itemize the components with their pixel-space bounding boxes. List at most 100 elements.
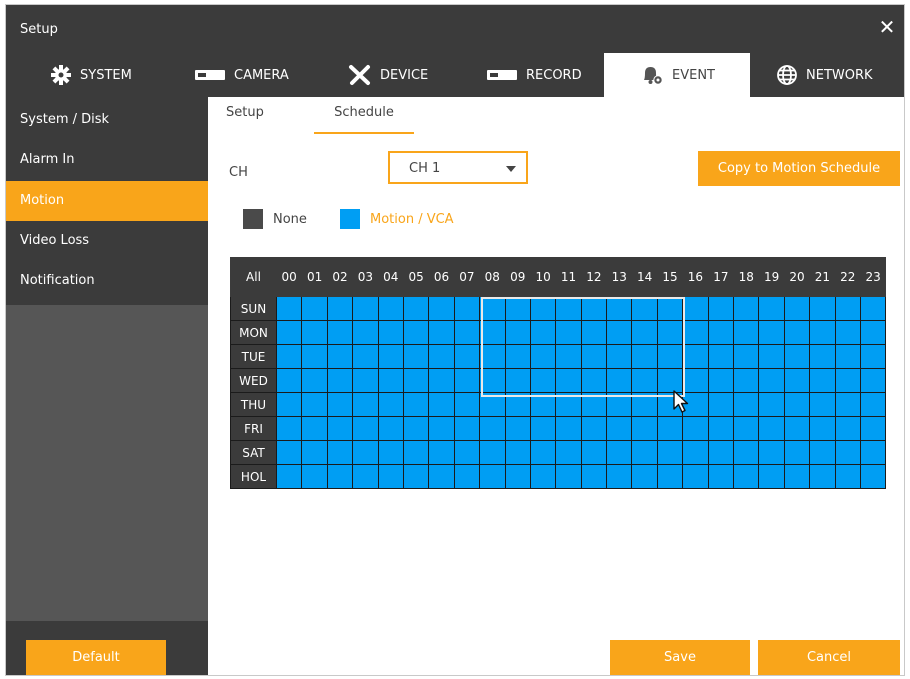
schedule-cell[interactable] — [504, 392, 531, 417]
schedule-cell[interactable] — [453, 416, 481, 441]
schedule-cell[interactable] — [428, 344, 455, 369]
schedule-cell[interactable] — [758, 440, 785, 465]
schedule-cell[interactable] — [402, 392, 430, 417]
schedule-cell[interactable] — [352, 320, 379, 345]
schedule-cell[interactable] — [529, 464, 557, 489]
schedule-cell[interactable] — [606, 392, 633, 417]
schedule-cell[interactable] — [301, 296, 328, 321]
schedule-cell[interactable] — [555, 320, 582, 345]
schedule-cell[interactable] — [352, 296, 379, 321]
schedule-cell[interactable] — [555, 464, 582, 489]
schedule-cell[interactable] — [859, 296, 887, 321]
schedule-cell[interactable] — [656, 440, 684, 465]
schedule-cell[interactable] — [402, 296, 430, 321]
hour-header[interactable]: 22 — [834, 257, 861, 297]
day-label[interactable]: TUE — [230, 344, 277, 369]
schedule-cell[interactable] — [326, 392, 354, 417]
schedule-cell[interactable] — [529, 440, 557, 465]
schedule-cell[interactable] — [479, 416, 506, 441]
schedule-cell[interactable] — [504, 416, 531, 441]
schedule-cell[interactable] — [809, 320, 836, 345]
schedule-cell[interactable] — [275, 392, 303, 417]
schedule-cell[interactable] — [758, 344, 785, 369]
schedule-cell[interactable] — [707, 392, 735, 417]
hour-header[interactable]: 07 — [453, 257, 481, 297]
schedule-cell[interactable] — [783, 416, 811, 441]
day-label[interactable]: HOL — [230, 464, 277, 489]
schedule-cell[interactable] — [377, 296, 404, 321]
schedule-cell[interactable] — [555, 416, 582, 441]
hour-header[interactable]: 05 — [402, 257, 430, 297]
schedule-cell[interactable] — [707, 464, 735, 489]
schedule-cell[interactable] — [631, 392, 658, 417]
schedule-cell[interactable] — [479, 344, 506, 369]
schedule-cell[interactable] — [377, 320, 404, 345]
schedule-cell[interactable] — [504, 344, 531, 369]
schedule-cell[interactable] — [402, 416, 430, 441]
schedule-cell[interactable] — [428, 392, 455, 417]
schedule-cell[interactable] — [682, 368, 709, 393]
schedule-cell[interactable] — [733, 344, 760, 369]
schedule-cell[interactable] — [402, 368, 430, 393]
schedule-cell[interactable] — [301, 440, 328, 465]
schedule-cell[interactable] — [580, 392, 608, 417]
schedule-cell[interactable] — [859, 392, 887, 417]
schedule-cell[interactable] — [529, 344, 557, 369]
sidebar-item-alarm-in[interactable]: Alarm In — [6, 140, 208, 180]
schedule-cell[interactable] — [275, 368, 303, 393]
channel-select[interactable]: CH 1 — [388, 151, 528, 184]
tab-system[interactable]: SYSTEM — [50, 53, 132, 97]
day-label[interactable]: MON — [230, 320, 277, 345]
schedule-cell[interactable] — [453, 392, 481, 417]
schedule-cell[interactable] — [834, 344, 861, 369]
schedule-cell[interactable] — [326, 320, 354, 345]
schedule-cell[interactable] — [809, 368, 836, 393]
hour-header[interactable]: 09 — [504, 257, 531, 297]
schedule-cell[interactable] — [606, 416, 633, 441]
schedule-cell[interactable] — [555, 368, 582, 393]
schedule-cell[interactable] — [352, 344, 379, 369]
schedule-cell[interactable] — [555, 440, 582, 465]
schedule-cell[interactable] — [428, 320, 455, 345]
schedule-cell[interactable] — [428, 296, 455, 321]
schedule-cell[interactable] — [758, 320, 785, 345]
schedule-cell[interactable] — [377, 464, 404, 489]
schedule-cell[interactable] — [377, 344, 404, 369]
schedule-cell[interactable] — [352, 464, 379, 489]
schedule-cell[interactable] — [504, 464, 531, 489]
schedule-cell[interactable] — [733, 320, 760, 345]
schedule-cell[interactable] — [733, 368, 760, 393]
hour-header[interactable]: 08 — [479, 257, 506, 297]
schedule-cell[interactable] — [352, 416, 379, 441]
schedule-cell[interactable] — [834, 368, 861, 393]
hour-header[interactable]: 11 — [555, 257, 582, 297]
schedule-cell[interactable] — [707, 320, 735, 345]
schedule-cell[interactable] — [758, 392, 785, 417]
schedule-cell[interactable] — [529, 416, 557, 441]
schedule-cell[interactable] — [377, 416, 404, 441]
schedule-cell[interactable] — [326, 368, 354, 393]
schedule-cell[interactable] — [453, 320, 481, 345]
schedule-cell[interactable] — [301, 320, 328, 345]
schedule-cell[interactable] — [809, 296, 836, 321]
schedule-cell[interactable] — [504, 296, 531, 321]
schedule-cell[interactable] — [529, 392, 557, 417]
schedule-cell[interactable] — [631, 344, 658, 369]
schedule-cell[interactable] — [352, 392, 379, 417]
hour-header[interactable]: 15 — [656, 257, 684, 297]
schedule-cell[interactable] — [834, 416, 861, 441]
hour-header[interactable]: 16 — [682, 257, 709, 297]
hour-header[interactable]: 03 — [352, 257, 379, 297]
schedule-cell[interactable] — [555, 296, 582, 321]
schedule-cell[interactable] — [275, 296, 303, 321]
schedule-cell[interactable] — [783, 296, 811, 321]
tab-network[interactable]: NETWORK — [776, 53, 873, 97]
schedule-cell[interactable] — [529, 296, 557, 321]
schedule-cell[interactable] — [834, 440, 861, 465]
schedule-cell[interactable] — [479, 392, 506, 417]
hour-header[interactable]: 04 — [377, 257, 404, 297]
schedule-cell[interactable] — [555, 344, 582, 369]
schedule-cell[interactable] — [453, 440, 481, 465]
schedule-cell[interactable] — [402, 464, 430, 489]
tab-record[interactable]: RECORD — [486, 53, 582, 97]
